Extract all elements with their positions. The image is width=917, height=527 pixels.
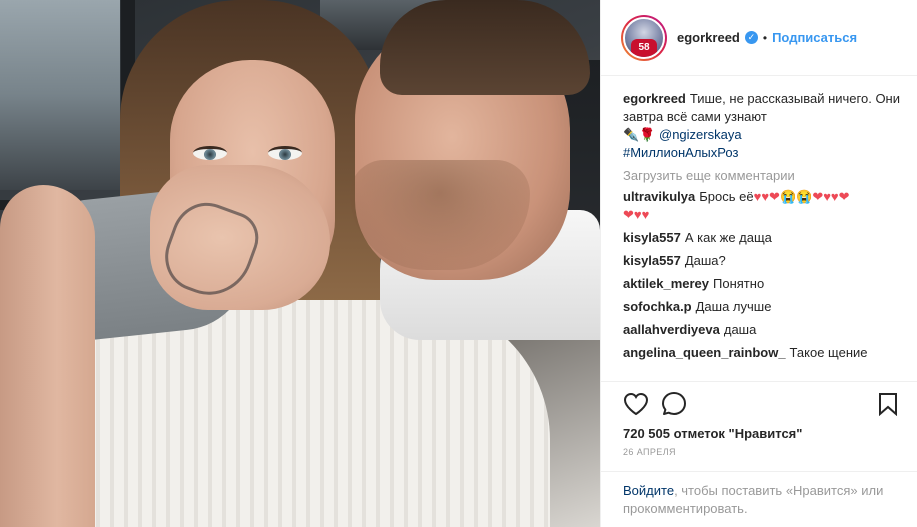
- comment-item: kisyla557 А как же даща: [623, 229, 901, 247]
- post-photo[interactable]: [0, 0, 600, 527]
- avatar[interactable]: 58: [621, 14, 667, 61]
- comment-text: А как же даща: [684, 230, 772, 245]
- like-button[interactable]: [621, 389, 651, 419]
- woman-arm: [0, 185, 95, 527]
- comment-username[interactable]: ultravikulya: [623, 189, 695, 204]
- comment-item: ultravikulya Брось её♥♥❤😭😭❤♥♥❤ ❤♥♥: [623, 188, 901, 224]
- comment-text: даша: [723, 322, 757, 337]
- caption-username[interactable]: egorkreed: [623, 91, 686, 106]
- comments-section: egorkreed Тише, не рассказывай ничего. Он…: [601, 76, 917, 381]
- comment-username[interactable]: kisyla557: [623, 253, 681, 268]
- comment-text: Даша лучше: [695, 299, 772, 314]
- author-username[interactable]: egorkreed: [677, 30, 740, 45]
- post-date: 26 АПРЕЛЯ: [623, 447, 676, 457]
- comment-text: Даша?: [684, 253, 726, 268]
- comment-username[interactable]: angelina_queen_rainbow_: [623, 345, 786, 360]
- comment-button[interactable]: [659, 389, 689, 419]
- login-link[interactable]: Войдите: [623, 483, 674, 498]
- avatar-jersey-number: 58: [631, 38, 657, 57]
- woman-left-eye: [193, 146, 227, 160]
- comment-text: Такое щение: [789, 345, 868, 360]
- comment-username[interactable]: aallahverdiyeva: [623, 322, 720, 337]
- post-side-panel: 58 egorkreed ✓ • Подписаться egorkreed Ти…: [600, 0, 917, 527]
- comment-username[interactable]: sofochka.p: [623, 299, 692, 314]
- comment-text: Брось её: [699, 189, 754, 204]
- login-prompt: Войдите, чтобы поставить «Нравится» или …: [601, 471, 917, 527]
- likes-count[interactable]: 720 505 отметок "Нравится": [601, 425, 917, 443]
- likes-number: 720 505: [623, 426, 670, 441]
- likes-label: отметок "Нравится": [673, 426, 803, 441]
- post-header: 58 egorkreed ✓ • Подписаться: [601, 0, 917, 76]
- comment-hearts-emoji: ♥♥❤😭😭❤♥♥❤: [753, 189, 850, 204]
- verified-badge-icon: ✓: [744, 31, 758, 44]
- header-separator: •: [762, 30, 768, 45]
- comment-hearts-emoji-line2: ❤♥♥: [623, 207, 650, 222]
- post-caption: egorkreed Тише, не рассказывай ничего. Он…: [623, 90, 901, 162]
- instagram-post: 58 egorkreed ✓ • Подписаться egorkreed Ти…: [0, 0, 917, 527]
- save-button[interactable]: [873, 389, 903, 419]
- caption-mention-link[interactable]: @ngizerskaya: [659, 127, 742, 142]
- comment-username[interactable]: kisyla557: [623, 230, 681, 245]
- comment-icon: [662, 391, 686, 415]
- woman-right-eye: [268, 146, 302, 160]
- comment-item: aallahverdiyeva даша: [623, 321, 901, 339]
- comment-item: angelina_queen_rainbow_ Такое щение: [623, 344, 901, 362]
- comment-item: aktilek_merey Понятно: [623, 275, 901, 293]
- comment-username[interactable]: aktilek_merey: [623, 276, 709, 291]
- follow-button[interactable]: Подписаться: [772, 30, 857, 45]
- avatar-image: 58: [623, 16, 665, 59]
- load-more-comments-button[interactable]: Загрузить еще комментарии: [623, 168, 901, 183]
- action-bar: [601, 381, 917, 425]
- comment-item: sofochka.p Даша лучше: [623, 298, 901, 316]
- man-hair: [380, 0, 590, 95]
- comment-item: kisyla557 Даша?: [623, 252, 901, 270]
- comment-text: Понятно: [713, 276, 765, 291]
- caption-hashtag-link[interactable]: #МиллионАлыхРоз: [623, 145, 738, 160]
- caption-emoji: ✒️🌹: [623, 127, 656, 142]
- car-window-frame: [0, 0, 135, 210]
- bookmark-icon: [879, 392, 897, 416]
- heart-icon: [623, 392, 649, 415]
